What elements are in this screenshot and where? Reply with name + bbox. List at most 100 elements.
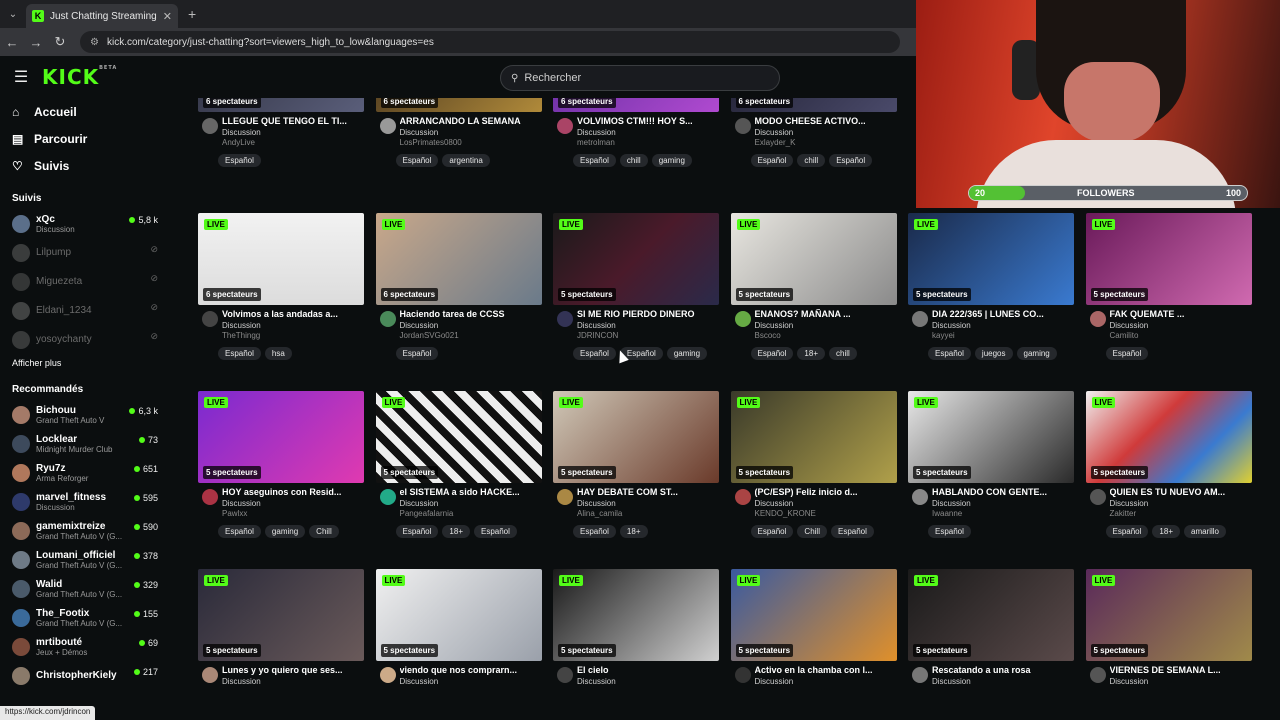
reload-icon[interactable]: ↻ xyxy=(48,34,72,50)
stream-tag[interactable]: gaming xyxy=(264,525,306,538)
streamer-name[interactable]: TheThingg xyxy=(222,331,364,340)
back-icon[interactable]: ← xyxy=(0,35,24,50)
streamer-name[interactable]: Iwaanne xyxy=(932,509,1074,518)
streamer-avatar[interactable] xyxy=(202,311,218,327)
stream-category[interactable]: Discussion xyxy=(1110,677,1252,686)
streamer-avatar[interactable] xyxy=(557,311,573,327)
stream-tag[interactable]: chill xyxy=(797,154,826,167)
stream-thumbnail[interactable]: 6 spectateurs xyxy=(730,98,897,112)
stream-card[interactable]: LIVE 6 spectateurs Haciendo tarea de CCSS D… xyxy=(375,213,542,365)
stream-card[interactable]: LIVE 6 spectateurs Volvimos a las andadas … xyxy=(198,213,364,365)
stream-title[interactable]: FAK QUEMATE ... xyxy=(1110,309,1252,319)
stream-card[interactable]: LIVE 5 spectateurs Rescatando a una rosa Di… xyxy=(908,569,1074,720)
stream-title[interactable]: QUIEN ES TU NUEVO AM... xyxy=(1110,487,1252,497)
stream-thumbnail[interactable]: LIVE 5 spectateurs xyxy=(198,391,364,483)
stream-card[interactable]: LIVE 5 spectateurs SI ME RIO PIERDO DINERO… xyxy=(553,213,719,365)
stream-thumbnail[interactable]: LIVE 5 spectateurs xyxy=(730,213,897,305)
stream-thumbnail[interactable]: LIVE 5 spectateurs xyxy=(908,569,1074,661)
streamer-name[interactable]: KENDO_KRONE xyxy=(755,509,897,518)
stream-title[interactable]: HABLANDO CON GENTE... xyxy=(932,487,1074,497)
stream-title[interactable]: el SISTEMA a sido HACKE... xyxy=(400,487,542,497)
stream-title[interactable]: VIERNES DE SEMANA L... xyxy=(1110,665,1252,675)
stream-thumbnail[interactable]: LIVE 5 spectateurs xyxy=(198,569,364,661)
sidebar-channel[interactable]: gamemixtreize Grand Theft Auto V (G... 590 xyxy=(0,516,170,545)
stream-thumbnail[interactable]: 6 spectateurs xyxy=(375,98,542,112)
stream-card[interactable]: LIVE 5 spectateurs HABLANDO CON GENTE... Di… xyxy=(908,391,1074,543)
sidebar-channel[interactable]: Lilpump ⊘ xyxy=(0,238,170,267)
stream-category[interactable]: Discussion xyxy=(577,677,719,686)
nav-suivis[interactable]: ♡ Suivis xyxy=(0,152,170,179)
stream-thumbnail[interactable]: 6 spectateurs xyxy=(553,98,719,112)
stream-title[interactable]: ARRANCANDO LA SEMANA xyxy=(400,116,542,126)
stream-tag[interactable]: Español xyxy=(1105,347,1149,360)
stream-thumbnail[interactable]: LIVE 5 spectateurs xyxy=(553,569,719,661)
sidebar-channel[interactable]: Walid Grand Theft Auto V (G... 329 xyxy=(0,574,170,603)
stream-title[interactable]: (PC/ESP) Feliz inicio d... xyxy=(755,487,897,497)
streamer-name[interactable]: Exlayder_K xyxy=(755,138,897,147)
streamer-name[interactable]: Pawlxx xyxy=(222,509,364,518)
stream-card[interactable]: 6 spectateurs VOLVIMOS CTM!!! HOY S... Dis… xyxy=(553,98,719,172)
streamer-name[interactable]: JDRINCON xyxy=(577,331,719,340)
streamer-name[interactable]: Bscoco xyxy=(755,331,897,340)
streamer-avatar[interactable] xyxy=(202,489,218,505)
stream-tag[interactable]: Español xyxy=(750,154,794,167)
stream-tag[interactable]: gaming xyxy=(666,347,708,360)
stream-tag[interactable]: Español xyxy=(1105,525,1149,538)
stream-title[interactable]: Activo en la chamba con l... xyxy=(755,665,897,675)
stream-tag[interactable]: Español xyxy=(573,347,616,360)
stream-thumbnail[interactable]: LIVE 5 spectateurs xyxy=(553,213,719,305)
stream-category[interactable]: Discussion xyxy=(1110,499,1252,508)
stream-tag[interactable]: 18+ xyxy=(442,525,470,538)
stream-card[interactable]: 6 spectateurs ARRANCANDO LA SEMANA Discuss… xyxy=(375,98,542,172)
stream-tag[interactable]: Chill xyxy=(309,525,339,538)
stream-tag[interactable]: 18+ xyxy=(1152,525,1180,538)
site-info-icon[interactable]: ⚙ xyxy=(90,37,99,48)
streamer-avatar[interactable] xyxy=(912,667,928,683)
stream-card[interactable]: LIVE 5 spectateurs FAK QUEMATE ... Discussi… xyxy=(1085,213,1252,365)
stream-card[interactable]: LIVE 5 spectateurs viendo que nos comprarn… xyxy=(375,569,542,720)
stream-category[interactable]: Discussion xyxy=(222,321,364,330)
streamer-avatar[interactable] xyxy=(202,667,218,683)
stream-thumbnail[interactable]: LIVE 5 spectateurs xyxy=(375,569,542,661)
streamer-avatar[interactable] xyxy=(379,667,396,683)
streamer-name[interactable]: AndyLive xyxy=(222,138,364,147)
stream-title[interactable]: Lunes y yo quiero que ses... xyxy=(222,665,364,675)
stream-category[interactable]: Discussion xyxy=(222,677,364,686)
stream-thumbnail[interactable]: 6 spectateurs xyxy=(198,98,364,112)
menu-icon[interactable]: ☰ xyxy=(0,67,42,87)
stream-tag[interactable]: chill xyxy=(829,347,857,360)
stream-tag[interactable]: Español xyxy=(218,154,261,167)
stream-tag[interactable]: 18+ xyxy=(797,347,825,360)
stream-tag[interactable]: amarillo xyxy=(1184,525,1227,538)
stream-tag[interactable]: gaming xyxy=(1016,347,1057,360)
stream-category[interactable]: Discussion xyxy=(932,677,1074,686)
stream-card[interactable]: LIVE 5 spectateurs Lunes y yo quiero que s… xyxy=(198,569,364,720)
stream-category[interactable]: Discussion xyxy=(932,321,1074,330)
kick-logo[interactable]: KICKBETA xyxy=(42,65,117,89)
stream-title[interactable]: Haciendo tarea de CCSS xyxy=(400,309,542,319)
stream-title[interactable]: LLEGUE QUE TENGO EL TI... xyxy=(222,116,364,126)
stream-category[interactable]: Discussion xyxy=(755,677,897,686)
streamer-name[interactable]: kayyei xyxy=(932,331,1074,340)
stream-category[interactable]: Discussion xyxy=(1110,321,1252,330)
streamer-avatar[interactable] xyxy=(734,489,751,505)
stream-title[interactable]: Volvimos a las andadas a... xyxy=(222,309,364,319)
sidebar-channel[interactable]: Eldani_1234 ⊘ xyxy=(0,296,170,325)
nav-accueil[interactable]: ⌂ Accueil xyxy=(0,98,170,125)
search-input[interactable]: ⚲ Rechercher xyxy=(500,65,780,91)
stream-thumbnail[interactable]: LIVE 5 spectateurs xyxy=(1085,569,1252,661)
stream-thumbnail[interactable]: LIVE 5 spectateurs xyxy=(1085,213,1252,305)
stream-tag[interactable]: Español xyxy=(218,347,261,360)
stream-category[interactable]: Discussion xyxy=(577,499,719,508)
stream-title[interactable]: DIA 222/365 | LUNES CO... xyxy=(932,309,1074,319)
url-field[interactable]: ⚙ kick.com/category/just-chatting?sort=v… xyxy=(80,31,900,53)
stream-tag[interactable]: Español xyxy=(750,525,794,538)
streamer-avatar[interactable] xyxy=(379,311,396,327)
sidebar-channel[interactable]: marvel_fitness Discussion 595 xyxy=(0,487,170,516)
stream-tag[interactable]: Español xyxy=(750,347,794,360)
stream-category[interactable]: Discussion xyxy=(222,128,364,137)
stream-tag[interactable]: Español xyxy=(474,525,517,538)
stream-card[interactable]: LIVE 5 spectateurs HAY DEBATE COM ST... Dis… xyxy=(553,391,719,543)
stream-tag[interactable]: 18+ xyxy=(619,525,648,538)
stream-card[interactable]: LIVE 5 spectateurs El cielo Discussion xyxy=(553,569,719,720)
